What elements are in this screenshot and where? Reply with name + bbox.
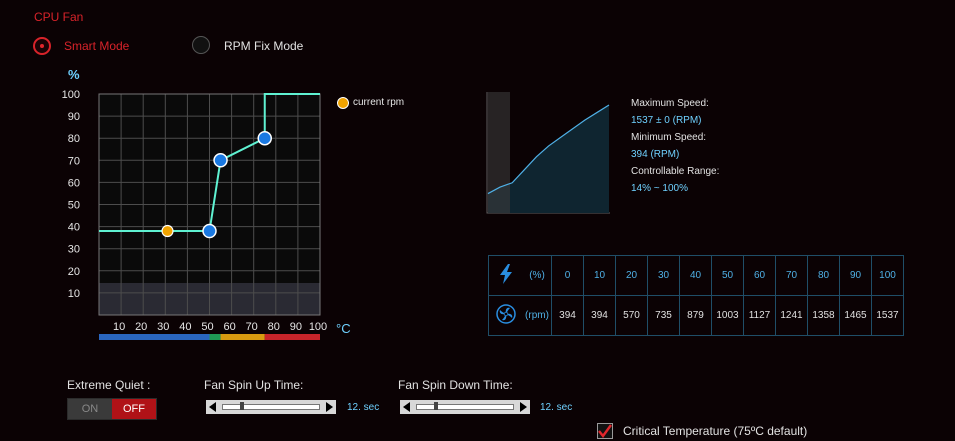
toggle-on-button[interactable]: ON [68, 399, 112, 419]
spin-down-increase-icon[interactable] [520, 402, 527, 412]
x-tick-label: 20 [135, 321, 147, 333]
y-tick-label: 100 [62, 89, 80, 101]
spin-down-label: Fan Spin Down Time: [398, 378, 513, 392]
toggle-off-button[interactable]: OFF [112, 399, 156, 419]
x-tick-labels: 10 20 30 40 50 60 70 80 90 100 [113, 321, 327, 333]
temperature-band [209, 334, 221, 340]
max-speed-value: 1537 ± 0 (RPM) [631, 115, 702, 126]
rpm-cell: 394 [551, 295, 584, 336]
rpm-cell: 1537 [871, 295, 904, 336]
x-tick-label: 60 [223, 321, 235, 333]
x-tick-label: 70 [246, 321, 258, 333]
percent-unit: (%) [523, 255, 552, 296]
spin-up-label: Fan Spin Up Time: [204, 378, 304, 392]
y-tick-label: 50 [68, 200, 80, 212]
temperature-band [264, 334, 320, 340]
percent-cell: 80 [807, 255, 840, 296]
percent-cell: 50 [711, 255, 744, 296]
percent-cell: 60 [743, 255, 776, 296]
spin-up-track[interactable] [222, 402, 320, 410]
percent-row: (%) 0 10 20 30 40 50 60 70 80 90 100 [488, 255, 904, 296]
checkmark-icon [598, 424, 612, 438]
lightning-icon [488, 255, 523, 296]
current-rpm-marker [161, 224, 174, 238]
spin-down-decrease-icon[interactable] [403, 402, 410, 412]
current-rpm-legend-label: current rpm [353, 97, 405, 108]
spin-up-increase-icon[interactable] [326, 402, 333, 412]
y-tick-label: 80 [68, 133, 80, 145]
current-rpm-legend-icon [337, 97, 349, 109]
temperature-band [220, 334, 265, 340]
x-tick-label: 10 [113, 321, 125, 333]
range-value: 14% ~ 100% [631, 183, 688, 194]
temperature-band-bar [99, 334, 320, 340]
percent-cell: 30 [647, 255, 680, 296]
fan-curve-chart[interactable]: 10 20 30 40 50 60 70 80 90 100 10 20 30 40 50 60 70 80 90… [0, 0, 430, 350]
critical-temp-label[interactable]: Critical Temperature (75ºC default) [623, 424, 807, 438]
x-tick-label: 40 [179, 321, 191, 333]
spin-down-slider[interactable] [400, 400, 530, 414]
y-tick-label: 10 [68, 288, 80, 300]
fan-icon [488, 295, 523, 336]
percent-cell: 0 [551, 255, 584, 296]
rpm-cell: 879 [679, 295, 712, 336]
rpm-cell: 1241 [775, 295, 808, 336]
percent-cell: 40 [679, 255, 712, 296]
curve-control-point[interactable] [257, 130, 272, 146]
x-tick-label: 90 [290, 321, 302, 333]
y-tick-label: 60 [68, 177, 80, 189]
percent-cell: 20 [615, 255, 648, 296]
spin-down-value: 12. sec [540, 402, 573, 413]
rpm-cell: 570 [615, 295, 648, 336]
percent-cell: 90 [839, 255, 872, 296]
min-speed-value: 394 (RPM) [631, 149, 680, 160]
y-tick-label: 70 [68, 155, 80, 167]
spin-down-thumb[interactable] [434, 402, 439, 410]
temperature-band [99, 334, 210, 340]
critical-temp-checkbox[interactable] [597, 423, 613, 439]
range-label: Controllable Range: [631, 166, 720, 177]
curve-control-point[interactable] [213, 153, 228, 168]
fan-spec-panel: Maximum Speed: 1537 ± 0 (RPM) Minimum Sp… [631, 95, 719, 197]
rpm-cell: 1003 [711, 295, 744, 336]
y-tick-label: 90 [68, 111, 80, 123]
percent-cell: 70 [775, 255, 808, 296]
rpm-cell: 1127 [743, 295, 776, 336]
spin-up-thumb[interactable] [240, 402, 245, 410]
y-tick-labels: 10 20 30 40 50 60 70 80 90 100 [62, 89, 80, 300]
rpm-cell: 394 [583, 295, 616, 336]
speed-table: (%) 0 10 20 30 40 50 60 70 80 90 100 (rp… [488, 255, 904, 336]
x-tick-label: 80 [268, 321, 280, 333]
percent-cell: 100 [871, 255, 904, 296]
rpm-row: (rpm) 394 394 570 735 879 1003 1127 1241… [488, 295, 904, 336]
y-tick-label: 30 [68, 244, 80, 256]
spin-up-value: 12. sec [347, 402, 380, 413]
spin-up-decrease-icon[interactable] [209, 402, 216, 412]
x-tick-label: 100 [309, 321, 327, 333]
percent-cell: 10 [583, 255, 616, 296]
extreme-quiet-label: Extreme Quiet : [67, 378, 151, 392]
y-tick-label: 40 [68, 222, 80, 234]
spin-up-slider[interactable] [206, 400, 336, 414]
rpm-unit: (rpm) [523, 295, 552, 336]
spin-down-track[interactable] [416, 402, 514, 410]
min-speed-label: Minimum Speed: [631, 132, 707, 143]
y-tick-label: 20 [68, 266, 80, 278]
fan-speed-preview-graph [486, 92, 610, 214]
max-speed-label: Maximum Speed: [631, 98, 709, 109]
rpm-cell: 1465 [839, 295, 872, 336]
curve-control-point[interactable] [202, 223, 217, 239]
x-tick-label: 30 [157, 321, 169, 333]
x-tick-label: 50 [201, 321, 213, 333]
rpm-cell: 1358 [807, 295, 840, 336]
preview-min-zone [488, 92, 510, 213]
extreme-quiet-toggle[interactable]: ON OFF [67, 398, 157, 420]
rpm-cell: 735 [647, 295, 680, 336]
